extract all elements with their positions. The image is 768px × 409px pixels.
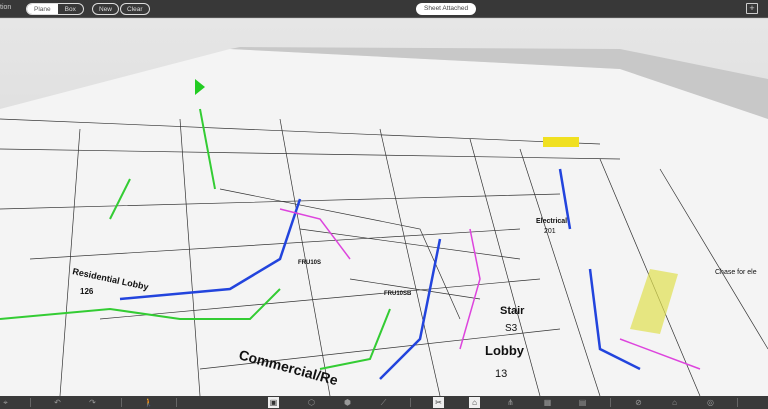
room-label: Electrical: [536, 218, 567, 225]
divider: [176, 398, 177, 407]
scissors-icon[interactable]: ✂: [433, 397, 444, 408]
box-mode-button[interactable]: Box: [58, 4, 83, 14]
redo-icon[interactable]: ↷: [87, 397, 98, 408]
room-number: S3: [505, 323, 518, 334]
location-icon[interactable]: ⌖: [0, 397, 11, 408]
room-label: Lobby: [485, 343, 525, 358]
undo-icon[interactable]: ↶: [52, 397, 63, 408]
equipment-tag: FRU10SB: [384, 291, 412, 297]
divider: [737, 398, 738, 407]
eye-off-icon[interactable]: ⊘: [633, 397, 644, 408]
top-toolbar: tion Plane Box New Clear Sheet Attached …: [0, 0, 768, 18]
divider: [30, 398, 31, 407]
bottom-toolbar: ⌖ ↶ ↷ 🚶 ▣ ⬡ ⬢ ⟋ ✂ ⌂ ⋔ ▦ ▤ ⊘ ⌂ ◎: [0, 396, 768, 409]
sheet-icon[interactable]: ▤: [577, 397, 588, 408]
divider: [121, 398, 122, 407]
grid-icon[interactable]: ▦: [542, 397, 553, 408]
yellow-highlight: [543, 137, 579, 147]
divider: [410, 398, 411, 407]
annotation: Chase for ele: [715, 269, 757, 276]
cube-outline-icon[interactable]: ⬢: [342, 397, 353, 408]
equipment-tag: FRU10S: [298, 260, 321, 266]
clear-button[interactable]: Clear: [120, 3, 150, 15]
section-box-icon[interactable]: ▣: [268, 397, 279, 408]
cube-icon[interactable]: ⬡: [306, 397, 317, 408]
measure-icon[interactable]: ⟋: [378, 397, 389, 408]
new-button[interactable]: New: [92, 3, 120, 15]
sheet-attached-button[interactable]: Sheet Attached: [416, 3, 477, 15]
home-box-icon[interactable]: ⌂: [469, 397, 480, 408]
walk-icon[interactable]: 🚶: [143, 397, 154, 408]
focus-icon[interactable]: ◎: [705, 397, 716, 408]
toolbar-label: tion: [0, 4, 12, 11]
floor-plan-sheet: [0, 49, 768, 396]
room-number: 126: [80, 287, 94, 296]
hierarchy-icon[interactable]: ⋔: [505, 397, 516, 408]
room-number: 13: [495, 368, 507, 380]
divider: [610, 398, 611, 407]
room-label: Stair: [500, 305, 525, 317]
mode-toggle: Plane Box: [26, 3, 84, 15]
plane-mode-button[interactable]: Plane: [27, 4, 58, 14]
3d-viewport[interactable]: Residential Lobby 126 Stair S3 Lobby 13 …: [0, 19, 768, 397]
home-icon[interactable]: ⌂: [669, 397, 680, 408]
room-number: 201: [544, 228, 556, 235]
add-comment-icon[interactable]: +: [746, 3, 758, 14]
